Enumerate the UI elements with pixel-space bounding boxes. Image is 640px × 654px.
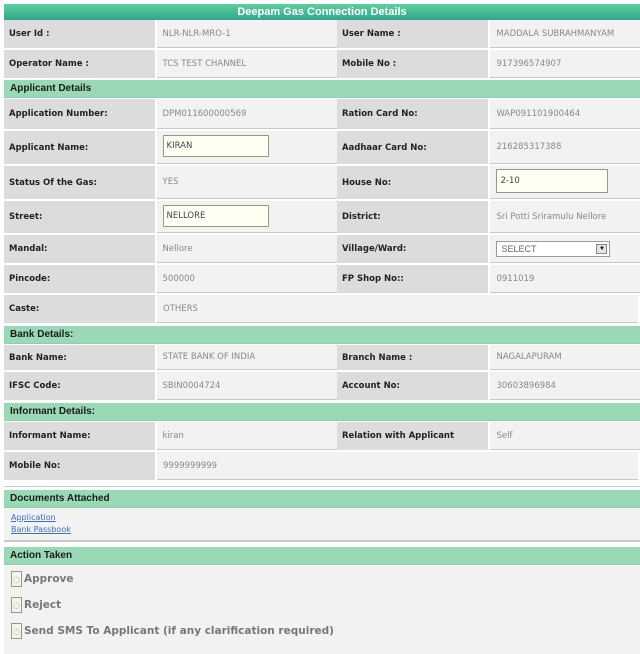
mandal-label: Mandal: bbox=[4, 235, 155, 263]
fp-shop-label: FP Shop No:: bbox=[336, 265, 489, 293]
account-no-value: 30603896984 bbox=[490, 372, 640, 400]
bank-name-value: STATE BANK OF INDIA bbox=[156, 345, 331, 370]
pincode-value: 500000 bbox=[156, 265, 331, 293]
approve-option[interactable]: ◌ Approve bbox=[4, 566, 640, 592]
fp-shop-value: 0911019 bbox=[490, 265, 640, 293]
mandal-value: Nellore bbox=[156, 235, 331, 263]
account-no-label: Account No: bbox=[336, 372, 489, 400]
informant-name-row: Informant Name: kiran Relation with Appl… bbox=[4, 422, 640, 452]
aadhaar-value: 216285317388 bbox=[490, 131, 640, 164]
document-link-application[interactable]: Application bbox=[11, 512, 640, 524]
operator-name-value: TCS TEST CHANNEL bbox=[156, 50, 331, 78]
branch-name-label: Branch Name : bbox=[336, 345, 489, 370]
divider bbox=[4, 486, 640, 487]
applicant-name-input[interactable] bbox=[162, 135, 269, 157]
caste-row: Caste: OTHERS bbox=[4, 295, 640, 325]
applicant-details-header: Applicant Details bbox=[4, 80, 640, 98]
street-label: Street: bbox=[4, 201, 155, 233]
deepam-gas-connection-form: Deepam Gas Connection Details User Id : … bbox=[0, 0, 640, 654]
ration-card-value: WAP091101900464 bbox=[490, 99, 640, 129]
aadhaar-label: Aadhaar Card No: bbox=[336, 131, 489, 164]
approve-radio[interactable]: ◌ bbox=[11, 571, 22, 587]
bank-name-label: Bank Name: bbox=[4, 345, 155, 370]
informant-mobile-label: Mobile No: bbox=[4, 452, 155, 480]
user-name-value: MADDALA SUBRAHMANYAM bbox=[490, 20, 640, 48]
chevron-down-icon[interactable]: ▼ bbox=[596, 243, 608, 254]
application-number-value: DPM011600000569 bbox=[156, 99, 331, 129]
operator-row: Operator Name : TCS TEST CHANNEL Mobile … bbox=[4, 50, 640, 80]
street-row: Street: District: Sri Potti Sriramulu Ne… bbox=[4, 201, 640, 235]
bank-name-row: Bank Name: STATE BANK OF INDIA Branch Na… bbox=[4, 345, 640, 372]
pincode-label: Pincode: bbox=[4, 265, 155, 293]
ifsc-row: IFSC Code: SBIN0004724 Account No: 30603… bbox=[4, 372, 640, 402]
user-id-value: NLR-NLR-MRO-1 bbox=[156, 20, 331, 48]
relation-label: Relation with Applicant bbox=[336, 422, 489, 450]
application-number-label: Application Number: bbox=[4, 99, 155, 129]
action-taken-header: Action Taken bbox=[4, 547, 640, 565]
informant-name-label: Informant Name: bbox=[4, 422, 155, 450]
operator-mobile-value: 917396574907 bbox=[490, 50, 640, 78]
operator-name-label: Operator Name : bbox=[4, 50, 155, 78]
send-sms-label[interactable]: Send SMS To Applicant (if any clarificat… bbox=[24, 625, 334, 637]
house-no-label: House No: bbox=[336, 166, 489, 199]
informant-mobile-row: Mobile No: 9999999999 bbox=[4, 452, 640, 482]
documents-list: Application Bank Passbook bbox=[4, 508, 640, 542]
mandal-row: Mandal: Nellore Village/Ward: SELECT ▼ bbox=[4, 235, 640, 265]
gas-status-label: Status Of the Gas: bbox=[4, 166, 155, 199]
branch-name-value: NAGALAPURAM bbox=[490, 345, 640, 370]
village-ward-select[interactable]: SELECT ▼ bbox=[496, 240, 611, 257]
informant-name-value: kiran bbox=[156, 422, 331, 450]
user-id-label: User Id : bbox=[4, 20, 155, 48]
caste-label: Caste: bbox=[4, 295, 155, 323]
caste-value: OTHERS bbox=[157, 295, 638, 323]
gas-status-value: YES bbox=[156, 166, 331, 199]
documents-attached-header: Documents Attached bbox=[4, 490, 640, 508]
relation-value: Self bbox=[490, 422, 640, 450]
approve-label[interactable]: Approve bbox=[24, 573, 74, 585]
pincode-row: Pincode: 500000 FP Shop No:: 0911019 bbox=[4, 265, 640, 295]
gas-status-row: Status Of the Gas: YES House No: bbox=[4, 166, 640, 201]
user-id-row: User Id : NLR-NLR-MRO-1 User Name : MADD… bbox=[4, 20, 640, 50]
village-ward-selected: SELECT bbox=[501, 243, 537, 254]
informant-details-header: Informant Details: bbox=[4, 403, 640, 421]
user-name-label: User Name : bbox=[336, 20, 489, 48]
district-label: District: bbox=[336, 201, 489, 233]
applicant-name-label: Applicant Name: bbox=[4, 131, 155, 164]
reject-radio[interactable]: ◌ bbox=[11, 597, 22, 613]
applicant-name-row: Applicant Name: Aadhaar Card No: 2162853… bbox=[4, 131, 640, 166]
district-value: Sri Potti Sriramulu Nellore bbox=[490, 201, 640, 233]
ration-card-label: Ration Card No: bbox=[336, 99, 489, 129]
house-no-input[interactable] bbox=[496, 169, 609, 193]
reject-option[interactable]: ◌ Reject bbox=[4, 592, 640, 618]
street-input[interactable] bbox=[162, 204, 269, 227]
operator-mobile-label: Mobile No : bbox=[336, 50, 489, 78]
page-title: Deepam Gas Connection Details bbox=[4, 4, 640, 20]
send-sms-option[interactable]: ◌ Send SMS To Applicant (if any clarific… bbox=[4, 618, 640, 644]
application-number-row: Application Number: DPM011600000569 Rati… bbox=[4, 99, 640, 131]
bank-details-header: Bank Details: bbox=[4, 326, 640, 344]
send-sms-radio[interactable]: ◌ bbox=[11, 623, 22, 639]
reject-label[interactable]: Reject bbox=[24, 599, 61, 611]
document-link-bank-passbook[interactable]: Bank Passbook bbox=[11, 524, 640, 536]
ifsc-label: IFSC Code: bbox=[4, 372, 155, 400]
action-options: ◌ Approve ◌ Reject ◌ Send SMS To Applica… bbox=[4, 566, 640, 654]
informant-mobile-value: 9999999999 bbox=[157, 452, 638, 480]
ifsc-value: SBIN0004724 bbox=[156, 372, 331, 400]
village-ward-label: Village/Ward: bbox=[336, 235, 489, 263]
